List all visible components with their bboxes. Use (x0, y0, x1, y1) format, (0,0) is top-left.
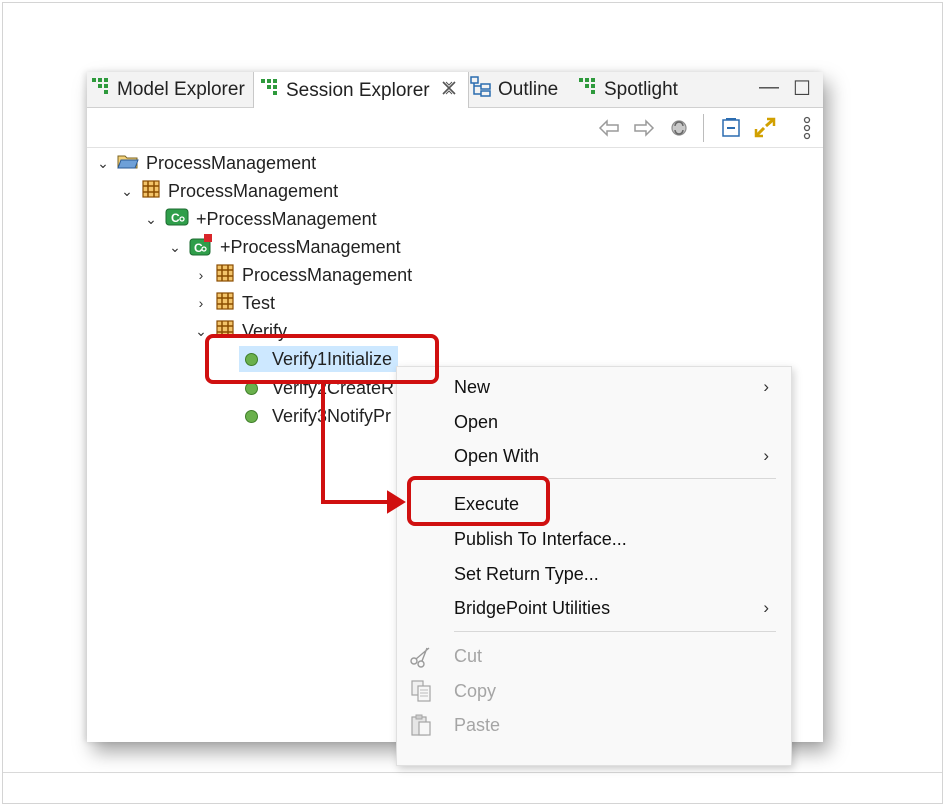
annotation-arrow (321, 384, 406, 514)
